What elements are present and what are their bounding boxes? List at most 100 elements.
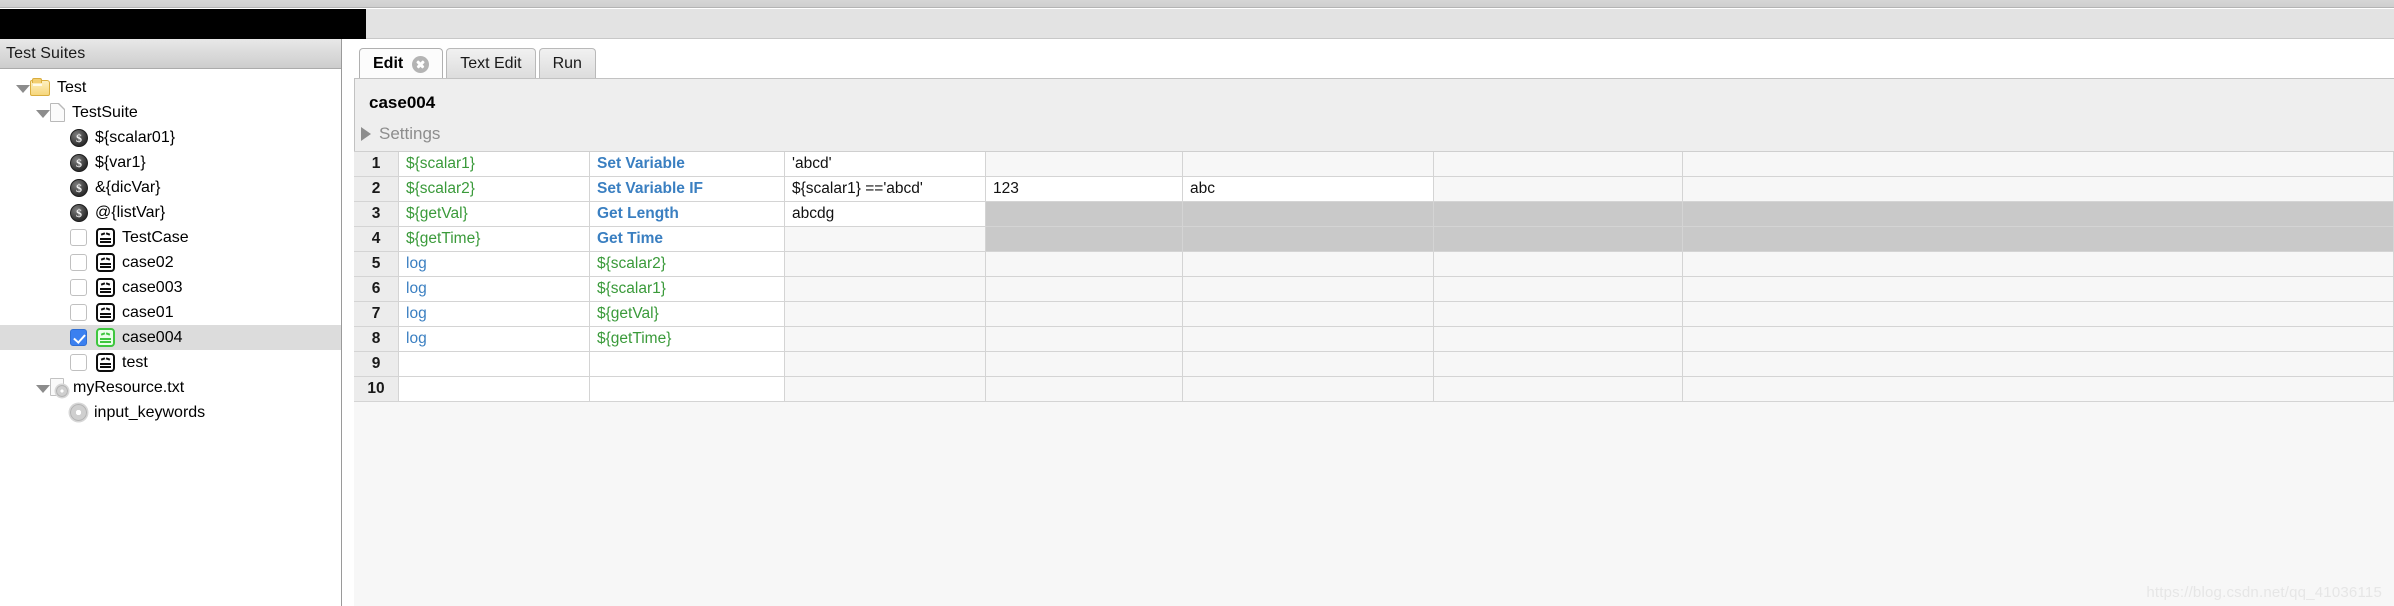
tree-item-testsuite[interactable]: TestSuite [0,100,341,125]
tree-item-checkbox[interactable] [70,254,87,271]
grid-cell[interactable] [785,227,986,252]
grid-cell[interactable] [1183,152,1434,177]
grid-cell[interactable] [1434,277,1683,302]
grid-cell[interactable]: ${scalar1} [399,152,590,177]
tree-item-myresource-txt[interactable]: myResource.txt [0,375,341,400]
grid-cell[interactable] [1434,377,1683,402]
grid-cell[interactable] [1683,202,2394,227]
grid-cell[interactable] [1183,352,1434,377]
grid-row[interactable]: 8 log ${getTime} [354,327,2394,352]
grid-cell[interactable]: Get Length [590,202,785,227]
tab-run[interactable]: Run [538,48,596,79]
grid-cell[interactable]: ${getVal} [399,202,590,227]
grid-cell[interactable]: ${scalar1} [590,277,785,302]
grid-cell[interactable]: ${scalar1} =='abcd' [785,177,986,202]
grid-cell[interactable] [1434,352,1683,377]
grid-row[interactable]: 10 [354,377,2394,402]
grid-cell[interactable]: log [399,252,590,277]
grid-cell[interactable] [1683,277,2394,302]
grid-cell[interactable] [986,252,1183,277]
tree-item-case004[interactable]: case004 [0,325,341,350]
grid-cell[interactable] [1183,302,1434,327]
tree-item-checkbox[interactable] [70,329,87,346]
tree-item-case01[interactable]: case01 [0,300,341,325]
grid-cell[interactable] [1434,327,1683,352]
grid-cell[interactable] [1683,377,2394,402]
grid-row[interactable]: 2 ${scalar2} Set Variable IF ${scalar1} =='… [354,177,2394,202]
grid-cell[interactable] [986,377,1183,402]
chevron-down-icon[interactable] [14,80,30,96]
chevron-down-icon[interactable] [34,380,50,396]
editor-tabstrip[interactable]: Edit Text Edit Run [343,39,2394,79]
grid-cell[interactable] [1183,202,1434,227]
tree-item-case02[interactable]: case02 [0,250,341,275]
grid-cell[interactable]: log [399,327,590,352]
grid-cell[interactable] [785,252,986,277]
grid-cell[interactable]: ${scalar2} [590,252,785,277]
grid-cell[interactable]: ${scalar2} [399,177,590,202]
grid-cell[interactable] [785,327,986,352]
settings-section-toggle[interactable]: Settings [355,113,2394,144]
grid-row[interactable]: 9 [354,352,2394,377]
tab-edit[interactable]: Edit [359,48,444,79]
chevron-down-icon[interactable] [34,105,50,121]
grid-cell[interactable]: ${getVal} [590,302,785,327]
tree-item-test[interactable]: test [0,350,341,375]
grid-cell[interactable] [1434,252,1683,277]
grid-cell[interactable] [590,352,785,377]
grid-row[interactable]: 5 log ${scalar2} [354,252,2394,277]
grid-cell[interactable] [1434,302,1683,327]
grid-cell[interactable] [399,352,590,377]
tab-text-edit[interactable]: Text Edit [446,48,536,79]
grid-cell[interactable]: log [399,277,590,302]
grid-cell[interactable] [986,302,1183,327]
tree-item-case003[interactable]: case003 [0,275,341,300]
tree-item-input-keywords[interactable]: input_keywords [0,400,341,425]
grid-cell[interactable] [1183,377,1434,402]
grid-cell[interactable] [986,327,1183,352]
grid-cell[interactable]: Get Time [590,227,785,252]
grid-cell[interactable] [986,352,1183,377]
grid-cell[interactable] [785,377,986,402]
grid-cell[interactable] [1683,327,2394,352]
grid-cell[interactable] [986,152,1183,177]
tree-item-test[interactable]: Test [0,75,341,100]
grid-cell[interactable] [1683,227,2394,252]
keyword-grid[interactable]: 1 ${scalar1} Set Variable'abcd' 2 ${scalar2}… [354,151,2394,606]
grid-cell[interactable] [1434,177,1683,202]
grid-cell[interactable] [785,302,986,327]
grid-row[interactable]: 6 log ${scalar1} [354,277,2394,302]
grid-cell[interactable]: abcdg [785,202,986,227]
grid-cell[interactable] [1683,302,2394,327]
grid-cell[interactable] [1183,327,1434,352]
grid-cell[interactable] [986,277,1183,302]
grid-cell[interactable] [1434,227,1683,252]
grid-cell[interactable]: Set Variable [590,152,785,177]
grid-row[interactable]: 4 ${getTime} Get Time [354,227,2394,252]
tree-item-checkbox[interactable] [70,354,87,371]
tree-item-checkbox[interactable] [70,279,87,296]
tree-item-checkbox[interactable] [70,229,87,246]
grid-cell[interactable] [1434,202,1683,227]
grid-cell[interactable]: log [399,302,590,327]
grid-row[interactable]: 3 ${getVal} Get Length abcdg [354,202,2394,227]
grid-cell[interactable] [1683,152,2394,177]
grid-row[interactable]: 1 ${scalar1} Set Variable'abcd' [354,152,2394,177]
grid-cell[interactable]: ${getTime} [399,227,590,252]
grid-cell[interactable] [986,227,1183,252]
tree-item-scalar01[interactable]: $ ${scalar01} [0,125,341,150]
grid-cell[interactable] [1183,227,1434,252]
grid-cell[interactable] [785,352,986,377]
grid-cell[interactable] [1683,252,2394,277]
grid-cell[interactable]: 123 [986,177,1183,202]
grid-cell[interactable] [1683,177,2394,202]
close-icon[interactable] [412,55,430,73]
grid-cell[interactable] [1183,277,1434,302]
grid-cell[interactable] [399,377,590,402]
grid-cell[interactable] [590,377,785,402]
tree-item-dicvar[interactable]: $ &{dicVar} [0,175,341,200]
tree-item-checkbox[interactable] [70,304,87,321]
grid-cell[interactable]: Set Variable IF [590,177,785,202]
grid-row[interactable]: 7 log ${getVal} [354,302,2394,327]
tree-item-testcase[interactable]: TestCase [0,225,341,250]
